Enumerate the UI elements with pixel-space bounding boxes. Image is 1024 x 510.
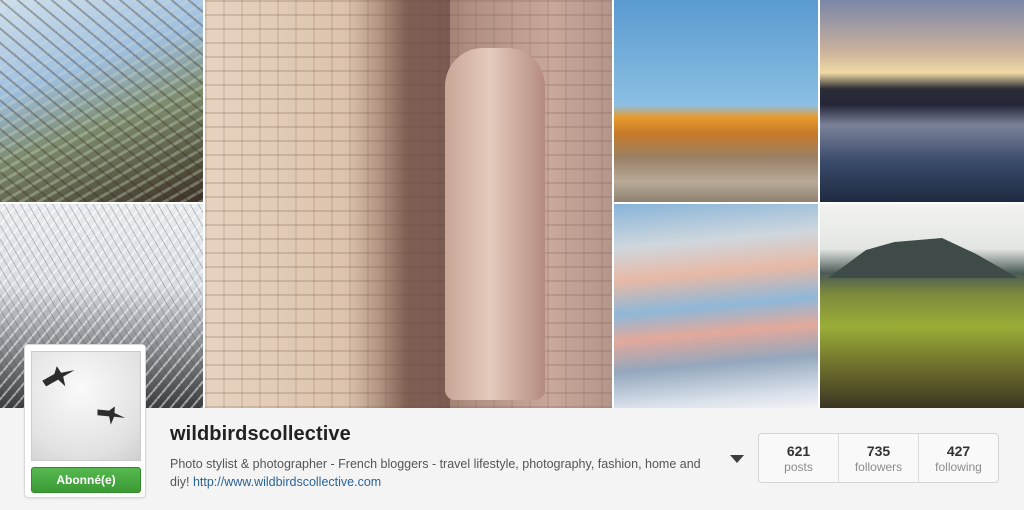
options-chevron-down-icon[interactable] <box>728 450 746 468</box>
winter-tree-photo[interactable] <box>0 0 203 202</box>
followers-label: followers <box>854 459 903 474</box>
profile-bio: Photo stylist & photographer - French bl… <box>170 455 710 491</box>
statue-figure <box>445 48 545 400</box>
sunset-lake-photo[interactable] <box>820 0 1024 202</box>
profile-username: wildbirdscollective <box>170 423 351 445</box>
pastel-clouds-photo[interactable] <box>614 204 818 408</box>
desert-canyon-photo[interactable] <box>614 0 818 202</box>
bird-icon <box>95 402 128 428</box>
stat-following[interactable]: 427 following <box>919 434 998 482</box>
website-link[interactable]: http://www.wildbirdscollective.com <box>193 475 381 489</box>
photo-grid <box>0 0 1024 408</box>
stat-followers[interactable]: 735 followers <box>839 434 919 482</box>
temple-statue-photo[interactable] <box>205 0 612 408</box>
posts-count: 621 <box>786 442 811 459</box>
mountain-field-photo[interactable] <box>820 204 1024 408</box>
avatar[interactable] <box>31 351 141 461</box>
profile-stats: 621 posts 735 followers 427 following <box>758 433 999 483</box>
stat-posts[interactable]: 621 posts <box>759 434 839 482</box>
follow-button[interactable]: Abonné(e) <box>31 467 141 493</box>
mountain-shape <box>828 238 1018 278</box>
temple-shadow <box>380 0 450 408</box>
following-label: following <box>935 459 982 474</box>
following-count: 427 <box>946 442 971 459</box>
posts-label: posts <box>784 459 813 474</box>
profile-card: Abonné(e) <box>24 344 146 498</box>
bird-icon <box>39 361 78 393</box>
followers-count: 735 <box>866 442 891 459</box>
